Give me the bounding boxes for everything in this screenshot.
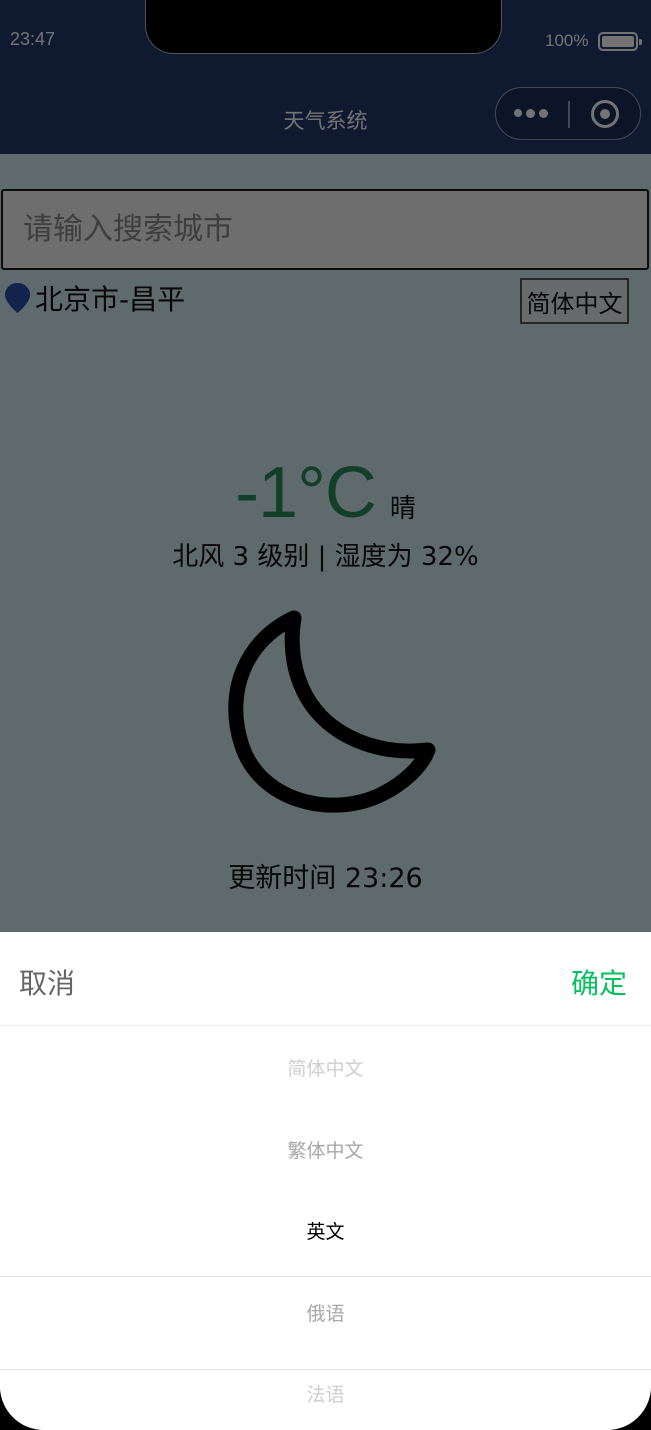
mini-program-capsule xyxy=(495,87,641,140)
battery-icon xyxy=(598,32,642,51)
confirm-button[interactable]: 确定 xyxy=(571,962,627,1002)
cancel-button[interactable]: 取消 xyxy=(19,962,75,1002)
update-time: 更新时间 23:26 xyxy=(228,863,423,894)
picker-option[interactable]: 繁体中文 xyxy=(0,1136,651,1163)
status-time: 23:47 xyxy=(10,29,56,49)
picker-option-selected[interactable]: 英文 xyxy=(0,1217,651,1244)
phone-screen: 23:47 100% 天气系统 北京市-昌平 简体中文 -1°C 晴 北风 3 … xyxy=(0,0,651,1430)
location-pin-icon xyxy=(5,283,30,313)
wind-humidity: 北风 3 级别 | 湿度为 32% xyxy=(172,542,479,572)
capsule-divider xyxy=(568,101,570,128)
location-row: 北京市-昌平 xyxy=(4,278,185,318)
battery-percentage: 100% xyxy=(545,31,589,50)
language-picker: 取消 确定 简体中文 繁体中文 英文 俄语 法语 xyxy=(0,932,651,1430)
close-target-icon[interactable] xyxy=(591,100,619,128)
picker-option[interactable]: 法语 xyxy=(0,1380,651,1407)
moon-icon xyxy=(228,610,436,813)
weather-condition: 晴 xyxy=(389,494,416,524)
picker-option[interactable]: 简体中文 xyxy=(0,1054,651,1081)
picker-header: 取消 确定 xyxy=(0,932,651,1026)
more-icon[interactable] xyxy=(514,106,554,120)
navigation-bar: 天气系统 xyxy=(0,79,651,154)
picker-column[interactable]: 简体中文 繁体中文 英文 俄语 法语 xyxy=(0,1026,651,1430)
weather-content: 北京市-昌平 简体中文 -1°C 晴 北风 3 级别 | 湿度为 32% 更新时… xyxy=(0,154,651,932)
language-select-button[interactable]: 简体中文 xyxy=(520,278,629,324)
search-input[interactable] xyxy=(1,189,649,270)
temperature-row: -1°C 晴 xyxy=(0,452,651,534)
notch xyxy=(145,0,502,54)
temperature: -1°C xyxy=(235,453,377,533)
location-name: 北京市-昌平 xyxy=(35,283,186,316)
picker-option[interactable]: 俄语 xyxy=(0,1299,651,1326)
